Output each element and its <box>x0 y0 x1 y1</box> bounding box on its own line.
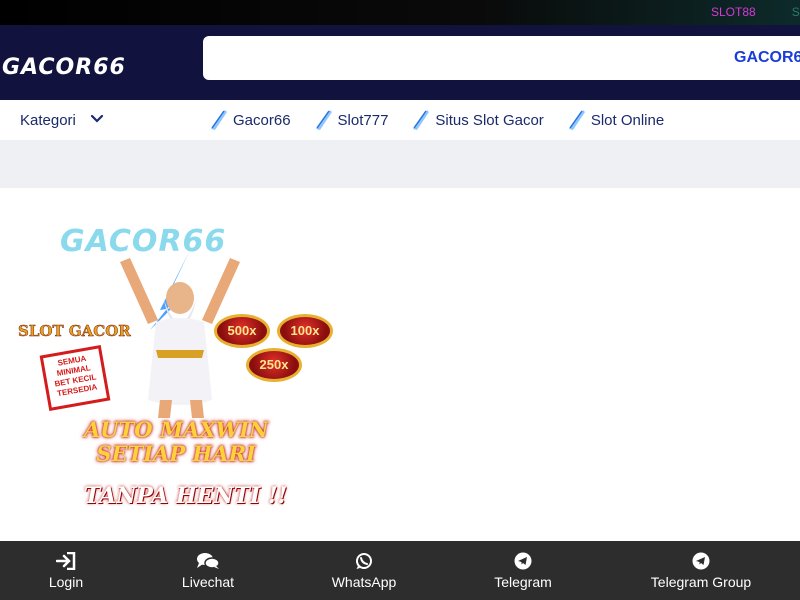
nav-link-slot777[interactable]: Slot777 <box>313 109 389 131</box>
search-bar[interactable]: GACOR66 <box>203 36 800 80</box>
footer-label: Telegram <box>494 573 552 590</box>
bottom-nav: Login Livechat WhatsApp Telegram Telegra… <box>0 541 800 600</box>
footer-label: Livechat <box>181 573 235 590</box>
banner-headline: AUTO MAXWIN SETIAP HARI <box>84 418 268 466</box>
grey-band <box>0 140 800 188</box>
nav-link-slot-online[interactable]: Slot Online <box>566 109 664 131</box>
headline-line-1: AUTO MAXWIN <box>84 417 269 442</box>
nav-link-gacor66[interactable]: Gacor66 <box>208 109 291 131</box>
footer-livechat-button[interactable]: Livechat <box>170 541 246 600</box>
lightning-icon <box>568 110 585 130</box>
telegram-icon <box>692 552 710 569</box>
login-icon <box>56 551 76 570</box>
lightning-icon <box>211 110 227 130</box>
marquee-text: SLOT88 SL <box>711 5 800 19</box>
nav-link-label: Slot Online <box>590 111 665 129</box>
footer-telegram-group-button[interactable]: Telegram Group <box>646 541 756 600</box>
chevron-down-icon[interactable] <box>90 114 104 124</box>
multiplier-badge: 500x <box>214 314 270 348</box>
footer-label: Telegram Group <box>650 573 752 590</box>
footer-telegram-button[interactable]: Telegram <box>488 541 558 600</box>
search-bar-text: GACOR66 <box>734 49 800 66</box>
footer-label: WhatsApp <box>331 573 397 590</box>
marquee-item[interactable]: SL <box>792 5 800 19</box>
footer-label: Login <box>48 573 84 590</box>
multiplier-badge: 250x <box>246 348 302 382</box>
chat-icon <box>197 552 220 569</box>
nav-link-label: Situs Slot Gacor <box>435 111 544 129</box>
nav-link-situs-slot-gacor[interactable]: Situs Slot Gacor <box>410 109 544 131</box>
site-logo[interactable]: GACOR66 <box>2 55 126 80</box>
slot-gacor-label: SLOT GACOR <box>18 322 131 341</box>
multiplier-badge: 100x <box>277 314 333 348</box>
lightning-icon <box>413 110 430 130</box>
promo-banner[interactable]: GACOR66 SLOT GACOR SEMUA MINIMAL BET KEC… <box>0 190 340 535</box>
header: GACOR66 GACOR66 <box>0 25 800 100</box>
nav-links: Gacor66 Slot777 Situs Slot Gacor Slot On… <box>208 109 686 131</box>
top-bar: SLOT88 SL <box>0 0 800 25</box>
whatsapp-icon <box>356 552 372 569</box>
logo-text: GACOR66 <box>2 55 126 80</box>
footer-login-button[interactable]: Login <box>35 541 97 600</box>
headline-line-2: SETIAP HARI <box>96 441 256 466</box>
nav-link-label: Gacor66 <box>233 111 291 129</box>
footer-whatsapp-button[interactable]: WhatsApp <box>325 541 403 600</box>
minimal-bet-stamp: SEMUA MINIMAL BET KECIL TERSEDIA <box>39 345 111 411</box>
marquee-item[interactable]: SLOT88 <box>711 5 756 19</box>
category-nav: Kategori Gacor66 Slot777 Situs Slot Gaco… <box>0 100 800 140</box>
category-dropdown-label[interactable]: Kategori <box>20 112 76 129</box>
telegram-icon <box>514 552 532 569</box>
lightning-icon <box>315 110 332 130</box>
nav-link-label: Slot777 <box>337 111 389 129</box>
banner-tagline: TANPA HENTI !! <box>84 483 288 509</box>
